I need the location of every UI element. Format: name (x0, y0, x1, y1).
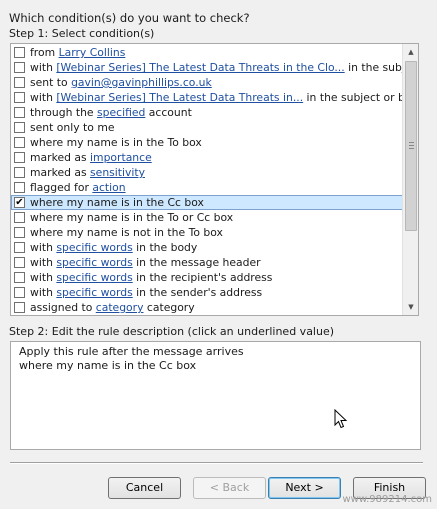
condition-text: assigned to (30, 301, 96, 314)
condition-row[interactable]: assigned to category category (11, 300, 403, 315)
mouse-pointer-icon (334, 409, 348, 429)
condition-checkbox[interactable] (14, 212, 25, 223)
condition-text: from (30, 46, 59, 59)
condition-checkbox[interactable] (14, 242, 25, 253)
condition-value-link[interactable]: [Webinar Series] The Latest Data Threats… (56, 91, 303, 104)
conditions-list[interactable]: from Larry Collins with [Webinar Series] … (10, 43, 419, 316)
condition-text: flagged for (30, 181, 93, 194)
condition-text: with (30, 241, 57, 254)
condition-text: where my name is not in the To box (30, 226, 223, 239)
condition-checkbox[interactable] (14, 227, 25, 238)
condition-checkbox[interactable] (14, 137, 25, 148)
condition-row[interactable]: ✔ where my name is in the Cc box (11, 195, 403, 210)
rule-description-box[interactable]: Apply this rule after the message arrive… (10, 341, 421, 450)
condition-row[interactable]: marked as importance (11, 150, 403, 165)
description-line-2: where my name is in the Cc box (19, 359, 197, 372)
cancel-button[interactable]: Cancel (108, 477, 181, 499)
condition-text: with (30, 61, 57, 74)
condition-text: with (30, 286, 57, 299)
condition-value-link[interactable]: specific words (56, 241, 132, 254)
condition-checkbox[interactable] (14, 287, 25, 298)
condition-checkbox[interactable] (14, 302, 25, 313)
condition-checkbox[interactable]: ✔ (14, 197, 25, 208)
condition-checkbox[interactable] (14, 92, 25, 103)
condition-value-link[interactable]: specific words (56, 271, 132, 284)
condition-row[interactable]: sent only to me (11, 120, 403, 135)
condition-row[interactable]: with [Webinar Series] The Latest Data Th… (11, 60, 403, 75)
condition-value-link[interactable]: specified (97, 106, 145, 119)
condition-value-link[interactable]: sensitivity (90, 166, 145, 179)
condition-value-link[interactable]: gavin@gavinphillips.co.uk (71, 76, 212, 89)
condition-value-link[interactable]: Larry Collins (59, 46, 126, 59)
condition-value-link[interactable]: specific words (56, 256, 132, 269)
button-separator (10, 462, 423, 464)
condition-text-suffix: in the sender's address (132, 286, 263, 299)
condition-text-suffix: account (145, 106, 192, 119)
scroll-down-arrow-icon[interactable]: ▼ (403, 299, 418, 315)
condition-checkbox[interactable] (14, 47, 25, 58)
condition-checkbox[interactable] (14, 107, 25, 118)
condition-text-suffix: in the subject or body (306, 91, 403, 104)
condition-row[interactable]: where my name is in the To box (11, 135, 403, 150)
condition-checkbox[interactable] (14, 152, 25, 163)
condition-row[interactable]: flagged for action (11, 180, 403, 195)
step2-label: Step 2: Edit the rule description (click… (9, 325, 335, 338)
description-line-1: Apply this rule after the message arrive… (19, 345, 244, 358)
condition-row[interactable]: from Larry Collins (11, 45, 403, 60)
scrollbar-thumb[interactable] (405, 61, 417, 231)
condition-row[interactable]: where my name is in the To or Cc box (11, 210, 403, 225)
condition-text: where my name is in the To box (30, 136, 202, 149)
scroll-up-arrow-icon[interactable]: ▲ (403, 44, 418, 60)
condition-prompt: Which condition(s) do you want to check? (9, 11, 250, 25)
condition-text: with (30, 271, 57, 284)
condition-value-link[interactable]: category (96, 301, 144, 314)
scrollbar-grip-icon (409, 142, 414, 149)
condition-text: marked as (30, 151, 91, 164)
condition-checkbox[interactable] (14, 62, 25, 73)
condition-row[interactable]: marked as sensitivity (11, 165, 403, 180)
condition-checkbox[interactable] (14, 122, 25, 133)
condition-row[interactable]: with specific words in the body (11, 240, 403, 255)
condition-row[interactable]: with [Webinar Series] The Latest Data Th… (11, 90, 403, 105)
condition-checkbox[interactable] (14, 167, 25, 178)
condition-text-suffix: in the subject (348, 61, 403, 74)
condition-text-suffix: category (143, 301, 195, 314)
condition-text: through the (30, 106, 98, 119)
condition-text: where my name is in the Cc box (30, 196, 204, 209)
condition-row[interactable]: sent to gavin@gavinphillips.co.uk (11, 75, 403, 90)
condition-value-link[interactable]: specific words (56, 286, 132, 299)
condition-value-link[interactable]: [Webinar Series] The Latest Data Threats… (56, 61, 344, 74)
condition-row[interactable]: with specific words in the sender's addr… (11, 285, 403, 300)
condition-checkbox[interactable] (14, 257, 25, 268)
condition-value-link[interactable]: importance (90, 151, 152, 164)
condition-text: with (30, 91, 57, 104)
condition-checkbox[interactable] (14, 77, 25, 88)
conditions-scrollbar[interactable]: ▲ ▼ (402, 44, 418, 315)
condition-row[interactable]: with specific words in the recipient's a… (11, 270, 403, 285)
condition-value-link[interactable]: action (92, 181, 125, 194)
condition-text: marked as (30, 166, 91, 179)
condition-text: sent only to me (30, 121, 115, 134)
condition-row[interactable]: where my name is not in the To box (11, 225, 403, 240)
condition-text: sent to (30, 76, 72, 89)
step1-label: Step 1: Select condition(s) (9, 27, 155, 40)
condition-text-suffix: in the body (132, 241, 198, 254)
back-button[interactable]: < Back (193, 477, 266, 499)
condition-text-suffix: in the recipient's address (132, 271, 273, 284)
condition-checkbox[interactable] (14, 272, 25, 283)
condition-checkbox[interactable] (14, 182, 25, 193)
condition-text: where my name is in the To or Cc box (30, 211, 234, 224)
next-button[interactable]: Next > (268, 477, 341, 499)
condition-text: with (30, 256, 57, 269)
condition-row[interactable]: with specific words in the message heade… (11, 255, 403, 270)
condition-text-suffix: in the message header (132, 256, 261, 269)
conditions-rows: from Larry Collins with [Webinar Series] … (11, 45, 403, 315)
watermark-text: www.989214.com (342, 494, 432, 505)
checkmark-icon: ✔ (15, 197, 24, 208)
condition-row[interactable]: through the specified account (11, 105, 403, 120)
